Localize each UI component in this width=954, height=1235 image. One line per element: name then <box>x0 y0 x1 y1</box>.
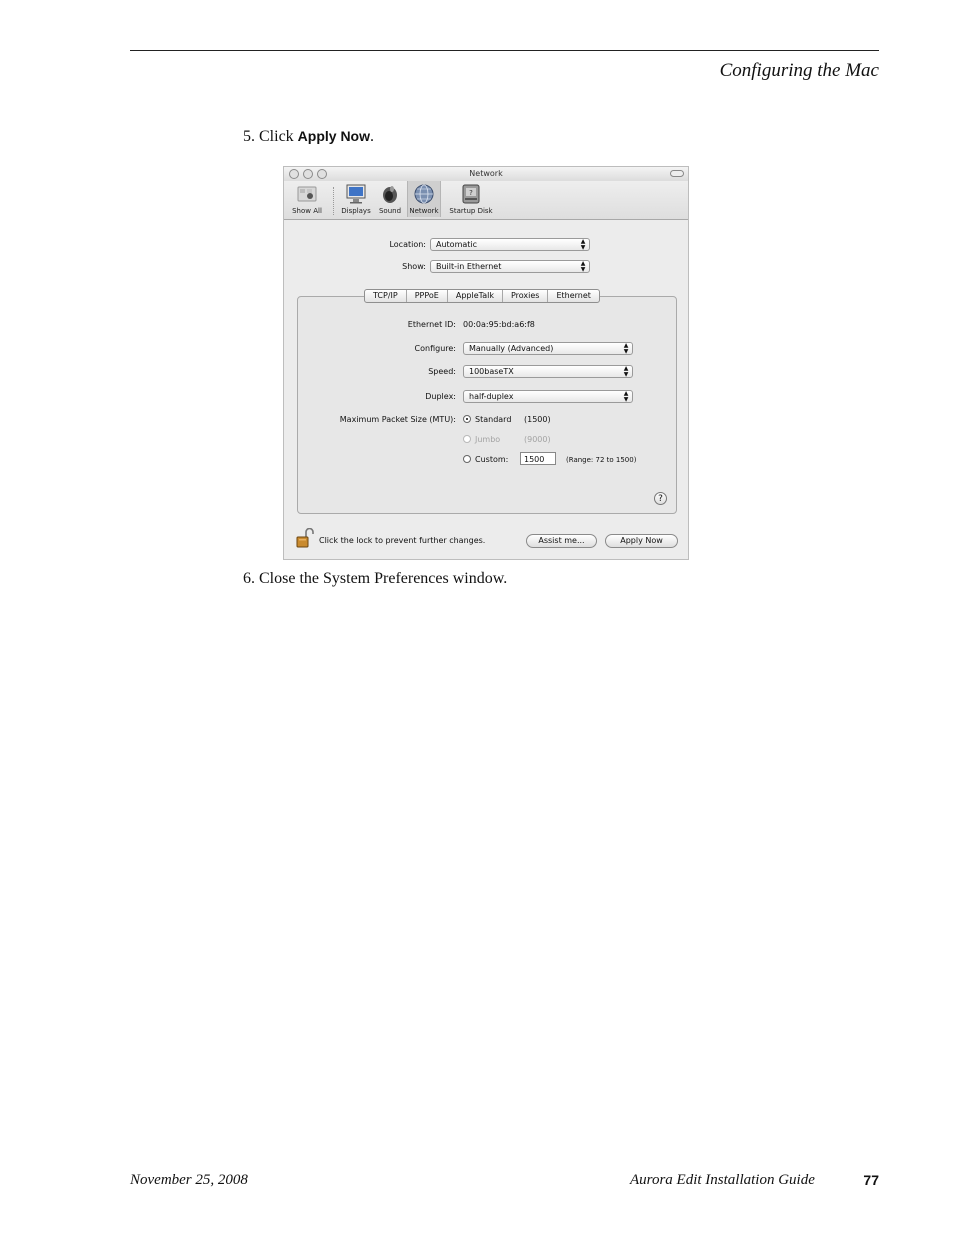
location-popup[interactable]: Automatic ▲ ▼ <box>430 238 590 251</box>
duplex-popup[interactable]: half-duplex ▲ ▼ <box>463 390 633 403</box>
toolbar-separator <box>333 187 334 215</box>
duplex-value: half-duplex <box>469 392 514 401</box>
ethernet-id-value: 00:0a:95:bd:a6:f8 <box>463 320 535 329</box>
speed-popup[interactable]: 100baseTX ▲ ▼ <box>463 365 633 378</box>
location-value: Automatic <box>436 240 478 249</box>
popup-arrows-icon: ▲ ▼ <box>623 342 629 355</box>
help-button[interactable]: ? <box>654 492 667 505</box>
tab-pppoe[interactable]: PPPoE <box>407 290 448 302</box>
mtu-custom-radio[interactable] <box>463 455 471 463</box>
mtu-standard-value: (1500) <box>524 415 551 424</box>
location-label: Location: <box>389 240 426 249</box>
network-preferences-window: Network Show All Displays Sound Network … <box>283 166 689 560</box>
header-rule <box>130 50 879 51</box>
footer-doc-title: Aurora Edit Installation Guide <box>630 1172 815 1188</box>
popup-arrows-icon: ▲ ▼ <box>580 238 586 251</box>
show-value: Built-in Ethernet <box>436 262 502 271</box>
mtu-jumbo-value: (9000) <box>524 435 551 444</box>
footer-date: November 25, 2008 <box>130 1172 248 1188</box>
toolbar-label-network: Network <box>409 207 439 215</box>
displays-icon <box>345 183 367 205</box>
toolbar-toggle-button[interactable] <box>670 170 684 177</box>
page-header-title: Configuring the Mac <box>719 60 879 81</box>
page-number: 77 <box>863 1172 879 1188</box>
network-globe-icon <box>413 183 435 205</box>
mtu-custom-input[interactable]: 1500 <box>520 452 556 465</box>
show-popup[interactable]: Built-in Ethernet ▲ ▼ <box>430 260 590 273</box>
mtu-jumbo-label: Jumbo <box>475 435 501 444</box>
speed-label: Speed: <box>428 367 456 376</box>
mtu-jumbo-radio[interactable] <box>463 435 471 443</box>
speaker-icon <box>379 183 401 205</box>
step-5: 5. Click Apply Now. <box>243 128 374 146</box>
mtu-label: Maximum Packet Size (MTU): <box>339 415 456 424</box>
configure-label: Configure: <box>414 344 456 353</box>
lock-icon[interactable] <box>296 527 314 548</box>
toolbar-label-show-all: Show All <box>292 207 322 215</box>
step-6: 6. Close the System Preferences window. <box>243 570 508 587</box>
mtu-standard-label: Standard <box>475 415 512 424</box>
configure-popup[interactable]: Manually (Advanced) ▲ ▼ <box>463 342 633 355</box>
tab-bar: TCP/IP PPPoE AppleTalk Proxies Ethernet <box>364 289 600 303</box>
apply-now-button[interactable]: Apply Now <box>605 534 678 548</box>
toolbar-label-displays: Displays <box>341 207 371 215</box>
toolbar-network[interactable]: Network <box>407 181 441 217</box>
assist-me-button[interactable]: Assist me... <box>526 534 597 548</box>
svg-text:?: ? <box>469 189 473 197</box>
step-5-text: 5. Click <box>243 128 298 145</box>
tab-proxies[interactable]: Proxies <box>503 290 549 302</box>
popup-arrows-icon: ▲ ▼ <box>623 390 629 403</box>
mtu-range-text: (Range: 72 to 1500) <box>566 456 637 464</box>
toolbar-startup-disk[interactable]: ? Startup Disk <box>446 183 496 215</box>
toolbar-sound[interactable]: Sound <box>377 183 403 215</box>
ethernet-id-label: Ethernet ID: <box>407 320 456 329</box>
window-title: Network <box>469 169 503 178</box>
toolbar: Show All Displays Sound Network ? Startu <box>284 181 688 220</box>
toolbar-label-startup-disk: Startup Disk <box>449 207 493 215</box>
mtu-standard-radio[interactable] <box>463 415 471 423</box>
show-label: Show: <box>402 262 426 271</box>
configure-value: Manually (Advanced) <box>469 344 554 353</box>
title-bar: Network <box>284 167 688 181</box>
popup-arrows-icon: ▲ ▼ <box>623 365 629 378</box>
tab-tcp-ip[interactable]: TCP/IP <box>365 290 407 302</box>
toolbar-show-all[interactable]: Show All <box>289 183 325 215</box>
lock-text: Click the lock to prevent further change… <box>319 536 486 545</box>
mtu-custom-label: Custom: <box>475 455 509 464</box>
popup-arrows-icon: ▲ ▼ <box>580 260 586 273</box>
tab-appletalk[interactable]: AppleTalk <box>448 290 503 302</box>
step-5-ui-label: Apply Now <box>297 128 371 144</box>
duplex-label: Duplex: <box>425 392 456 401</box>
step-5-suffix: . <box>370 128 375 145</box>
toolbar-displays[interactable]: Displays <box>339 183 373 215</box>
speed-value: 100baseTX <box>469 367 514 376</box>
toolbar-label-sound: Sound <box>378 207 402 215</box>
tab-ethernet[interactable]: Ethernet <box>548 290 598 302</box>
startup-disk-icon: ? <box>460 183 482 205</box>
show-all-icon <box>296 183 318 205</box>
